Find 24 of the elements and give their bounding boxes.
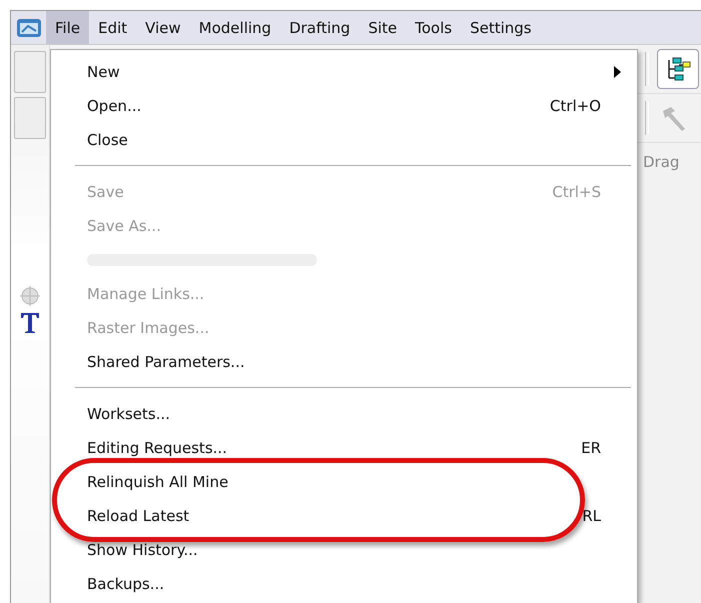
menu-item[interactable]: Shared Parameters... bbox=[51, 345, 637, 379]
menu-item[interactable]: New bbox=[51, 55, 637, 89]
menu-bar-item[interactable]: File bbox=[46, 11, 90, 44]
toolbar-handle[interactable] bbox=[14, 51, 46, 93]
menu-bar-item[interactable]: Tools bbox=[406, 11, 461, 44]
menu-bar-item[interactable]: Site bbox=[359, 11, 406, 44]
menu-item[interactable]: Reload Latest RL bbox=[51, 499, 637, 533]
menu-item[interactable]: Backups... bbox=[51, 567, 637, 601]
menu-item[interactable]: Close bbox=[51, 123, 637, 157]
menu-bar-item[interactable]: Modelling bbox=[190, 11, 280, 44]
menu-bar-item[interactable]: Settings bbox=[460, 11, 540, 44]
menu-bar-item[interactable]: View bbox=[136, 11, 190, 44]
menu-item[interactable]: Editing Requests... ER bbox=[51, 431, 637, 465]
menu-bar-item[interactable]: Drafting bbox=[280, 11, 360, 44]
menu-item[interactable]: Relinquish All Mine bbox=[51, 465, 637, 499]
menu-item[interactable]: Show History... bbox=[51, 533, 637, 567]
app-logo-icon bbox=[16, 16, 42, 38]
menu-item[interactable]: Open... Ctrl+O bbox=[51, 89, 637, 123]
drag-label: Drag bbox=[643, 152, 680, 171]
toolbar-handle[interactable] bbox=[14, 97, 46, 139]
project-browser-button[interactable] bbox=[657, 49, 699, 89]
menu-item[interactable]: Worksets... bbox=[51, 397, 637, 431]
menu-bar-item[interactable]: Edit bbox=[89, 11, 136, 44]
text-tool-icon[interactable] bbox=[19, 311, 41, 335]
